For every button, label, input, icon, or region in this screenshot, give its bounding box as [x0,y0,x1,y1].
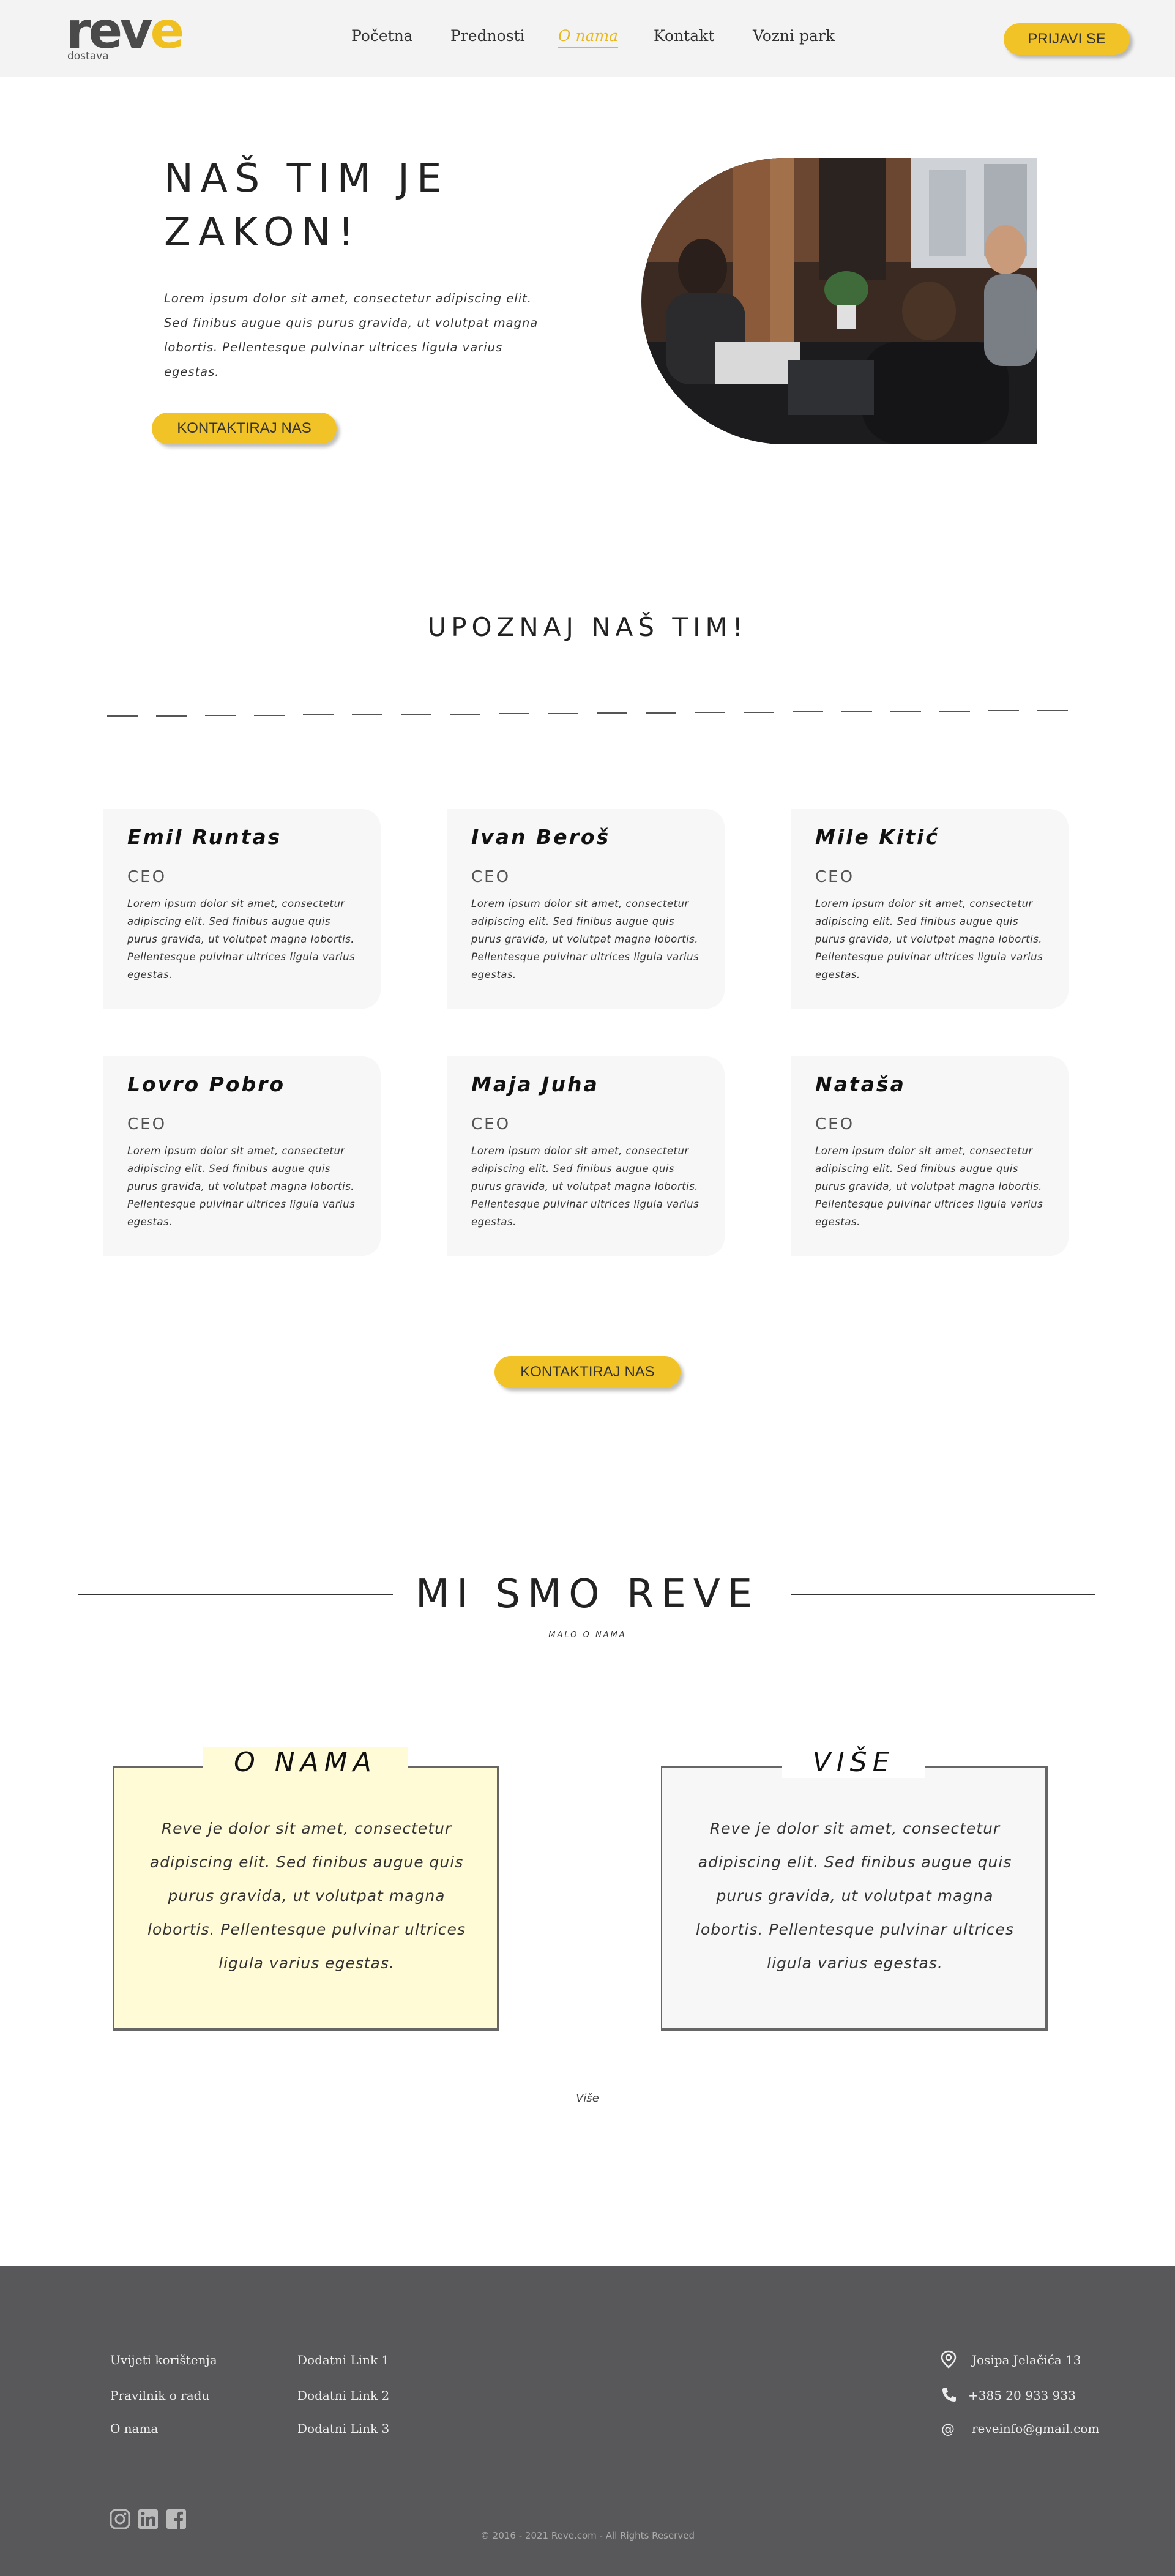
about-section-title: MI SMO REVE [415,1572,760,1617]
nav-item-prednosti[interactable]: Prednosti [450,27,525,45]
member-role: CEO [471,1115,511,1133]
decorative-dash-divider [107,710,1068,717]
member-bio: Lorem ipsum dolor sit amet, consectetur … [127,1145,356,1228]
footer-link-extra-3[interactable]: Dodatni Link 3 [297,2421,389,2436]
team-photo-illustration [641,158,1037,444]
member-name: Nataša [815,1072,906,1096]
nav-item-pocetna[interactable]: Početna [351,27,413,45]
facebook-icon[interactable] [165,2508,187,2530]
member-bio: Lorem ipsum dolor sit amet, consectetur … [471,898,699,980]
member-role: CEO [127,868,167,886]
member-role: CEO [815,868,855,886]
team-photo [641,158,1037,444]
team-card: Mile Kitić CEO Lorem ipsum dolor sit ame… [791,809,1069,1009]
at-sign-icon: @ [941,2422,955,2437]
about-box-vise: VIŠE Reve je dolor sit amet, consectetur… [661,1747,1048,2031]
member-role: CEO [815,1115,855,1133]
about-box-o-nama: O NAMA Reve je dolor sit amet, consectet… [113,1747,499,2031]
logo-wordmark: reve [66,2,184,60]
linkedin-icon[interactable] [137,2508,159,2530]
about-box-title: O NAMA [203,1747,408,1778]
site-header: reve dostava Početna Prednosti O nama Ko… [0,0,1175,77]
team-section-title: UPOZNAJ NAŠ TIM! [427,612,748,642]
about-box-text: Reve je dolor sit amet, consectetur adip… [147,1820,466,1972]
member-bio: Lorem ipsum dolor sit amet, consectetur … [471,1145,699,1228]
instagram-icon[interactable] [109,2508,131,2530]
nav-item-vozni-park[interactable]: Vozni park [753,27,835,45]
member-bio: Lorem ipsum dolor sit amet, consectetur … [815,898,1043,980]
footer-link-about[interactable]: O nama [110,2421,158,2436]
hero-text: Lorem ipsum dolor sit amet, consectetur … [164,291,539,379]
nav-item-kontakt[interactable]: Kontakt [654,27,714,45]
footer-phone[interactable]: +385 20 933 933 [968,2388,1076,2403]
member-name: Mile Kitić [815,825,939,849]
team-card: Nataša CEO Lorem ipsum dolor sit amet, c… [791,1056,1069,1256]
footer-address: Josipa Jelačića 13 [972,2353,1081,2367]
footer-link-terms[interactable]: Uvijeti korištenja [110,2353,217,2367]
more-link[interactable]: Više [576,2092,599,2105]
member-name: Maja Juha [471,1072,599,1096]
member-bio: Lorem ipsum dolor sit amet, consectetur … [815,1145,1043,1228]
team-card: Ivan Beroš CEO Lorem ipsum dolor sit ame… [447,809,725,1009]
copyright-text: © 2016 - 2021 Reve.com - All Rights Rese… [480,2530,695,2541]
team-card: Maja Juha CEO Lorem ipsum dolor sit amet… [447,1056,725,1256]
member-role: CEO [471,868,511,886]
footer-link-extra-1[interactable]: Dodatni Link 1 [297,2353,389,2367]
svg-text:@: @ [941,2422,955,2437]
about-box-title: VIŠE [781,1747,926,1778]
more-link-row: Više [0,2092,1175,2105]
login-button[interactable]: PRIJAVI SE [1004,23,1130,55]
footer-link-extra-2[interactable]: Dodatni Link 2 [297,2388,389,2403]
member-name: Emil Runtas [127,825,282,849]
team-card: Emil Runtas CEO Lorem ipsum dolor sit am… [103,809,381,1009]
hero-title: NAŠ TIM JE ZAKON! [164,156,449,255]
phone-icon [942,2388,956,2402]
location-pin-icon [941,2350,957,2369]
reve-logo[interactable]: reve dostava [66,6,188,65]
team-contact-button[interactable]: KONTAKTIRAJ NAS [494,1356,681,1388]
hero-contact-button[interactable]: KONTAKTIRAJ NAS [152,413,337,444]
about-box-text: Reve je dolor sit amet, consectetur adip… [696,1820,1014,1972]
nav-item-o-nama[interactable]: O nama [558,27,619,48]
team-card: Lovro Pobro CEO Lorem ipsum dolor sit am… [103,1056,381,1256]
member-name: Ivan Beroš [471,825,611,849]
member-name: Lovro Pobro [127,1072,286,1096]
footer-email[interactable]: reveinfo@gmail.com [972,2421,1099,2436]
about-section-subtitle: MALO O NAMA [548,1630,627,1640]
logo-subtitle: dostava [67,50,109,62]
member-bio: Lorem ipsum dolor sit amet, consectetur … [127,898,356,980]
footer-link-rules[interactable]: Pravilnik o radu [110,2388,209,2403]
member-role: CEO [127,1115,167,1133]
